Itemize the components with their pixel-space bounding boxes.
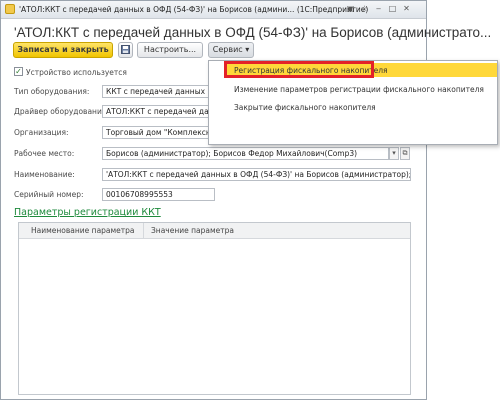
service-label: Сервис	[212, 45, 243, 54]
workplace-open-icon[interactable]: ⧉	[400, 147, 410, 160]
registration-params-link[interactable]: Параметры регистрации ККТ	[14, 207, 161, 218]
save-and-close-button[interactable]: Записать и закрыть	[13, 42, 113, 58]
workplace-label: Рабочее место:	[14, 149, 75, 158]
form-title: 'АТОЛ:ККТ с передачей данных в ОФД (54-Ф…	[14, 25, 492, 40]
params-table: Наименование параметра Значение параметр…	[18, 222, 411, 395]
name-label: Наименование:	[14, 170, 75, 179]
equipment-type-field[interactable]: ККТ с передачей данных	[102, 85, 212, 98]
column-header-param-value[interactable]: Значение параметра	[151, 226, 234, 235]
table-header: Наименование параметра Значение параметр…	[19, 223, 410, 239]
favorite-icon[interactable]: ☆	[359, 3, 370, 14]
menu-item-close-fn[interactable]: Закрытие фискального накопителя	[234, 103, 376, 112]
workplace-field[interactable]: Борисов (администратор); Борисов Федор М…	[102, 147, 389, 160]
serial-label: Серийный номер:	[14, 190, 84, 199]
device-used-checkbox[interactable]: ✓	[14, 67, 23, 76]
serial-field[interactable]: 00106708995553	[102, 188, 215, 201]
chevron-down-icon: ▾	[245, 45, 250, 54]
column-divider	[143, 223, 144, 238]
column-header-param-name[interactable]: Наименование параметра	[31, 226, 135, 235]
name-field[interactable]: 'АТОЛ:ККТ с передачей данных в ОФД (54-Ф…	[102, 168, 411, 181]
workplace-dropdown-icon[interactable]: ▾	[389, 147, 399, 160]
maximize-icon[interactable]: □	[387, 3, 398, 14]
window-title: 'АТОЛ:ККТ с передачей данных в ОФД (54-Ф…	[19, 5, 369, 14]
save-icon[interactable]	[118, 42, 133, 58]
app-icon	[5, 4, 15, 14]
equipment-type-label: Тип оборудования:	[14, 87, 90, 96]
highlight-frame	[224, 61, 374, 78]
close-icon[interactable]: ✕	[401, 3, 412, 14]
title-bar: 'АТОЛ:ККТ с передачей данных в ОФД (54-Ф…	[1, 1, 426, 19]
minimize-icon[interactable]: ‒	[373, 3, 384, 14]
organization-label: Организация:	[14, 128, 69, 137]
driver-field[interactable]: АТОЛ:ККТ с передачей дан	[102, 105, 212, 118]
settings-button[interactable]: Настроить...	[137, 42, 203, 58]
driver-label: Драйвер оборудования:	[14, 107, 109, 116]
copy-icon[interactable]: ▣	[345, 3, 356, 14]
menu-item-change-registration[interactable]: Изменение параметров регистрации фискаль…	[234, 85, 484, 94]
device-used-label: Устройство используется	[26, 68, 127, 77]
service-button[interactable]: Сервис ▾	[208, 42, 254, 58]
